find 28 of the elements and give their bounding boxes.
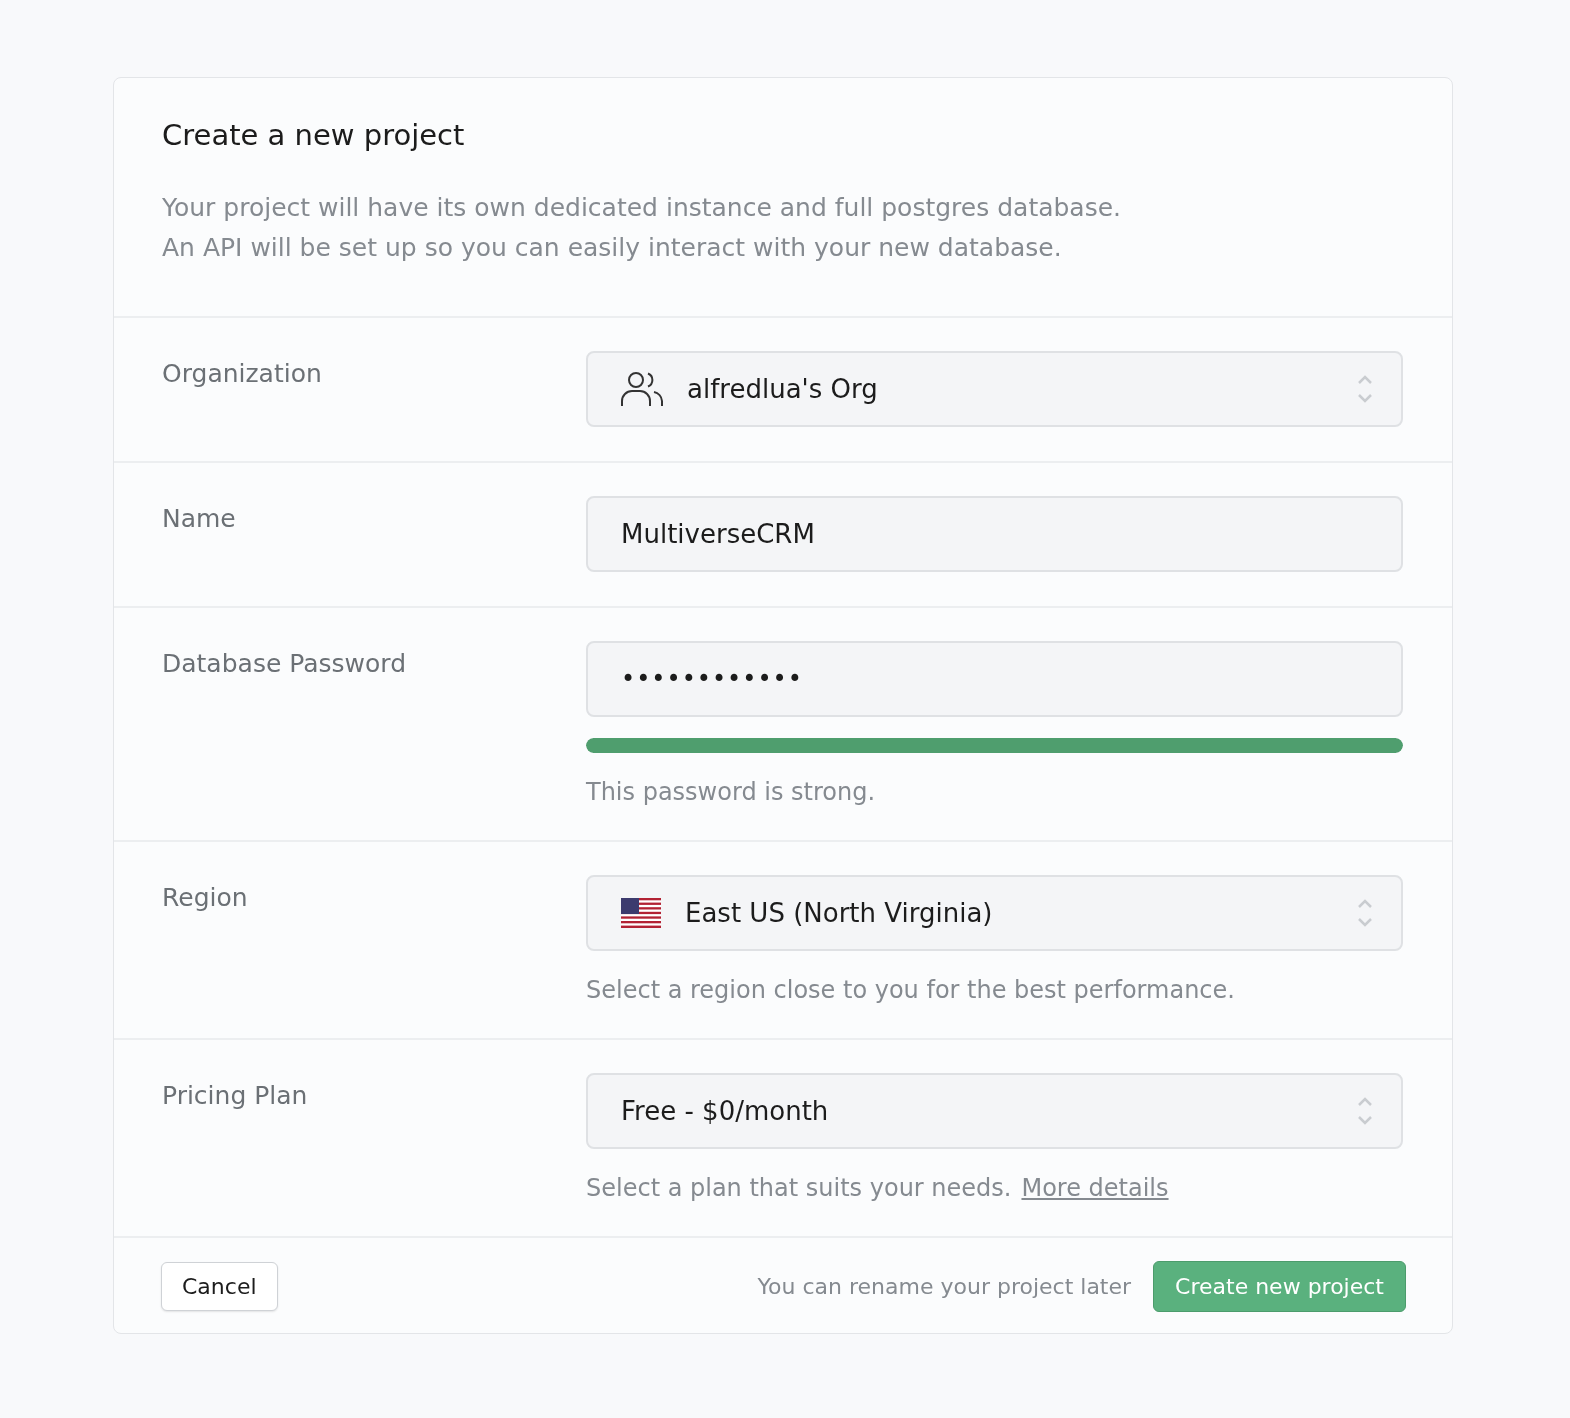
field-hint: This password is strong.: [586, 778, 876, 806]
select-field[interactable]: alfredlua's Org: [586, 351, 1403, 427]
field-label: Pricing Plan: [162, 1080, 309, 1110]
chevron-updown-icon: [1357, 898, 1373, 928]
field-value: alfredlua's Org: [687, 374, 878, 404]
field-label: Database Password: [162, 648, 407, 678]
field-hint: Select a plan that suits your needs.: [586, 1174, 1012, 1202]
users-icon: [621, 371, 663, 407]
form-title: Create a new project: [162, 118, 466, 152]
rename-note: You can rename your project later: [757, 1274, 1132, 1299]
select-field[interactable]: Free - $0/month: [586, 1073, 1403, 1149]
field-label: Name: [162, 503, 237, 533]
field-label: Organization: [162, 358, 323, 388]
field-hint: Select a region close to you for the best performance.: [586, 976, 1235, 1004]
chevron-updown-icon: [1357, 374, 1373, 404]
flag-icon: [621, 898, 661, 928]
password-field[interactable]: ••••••••••••: [586, 641, 1403, 717]
chevron-updown-icon: [1357, 1096, 1373, 1126]
form-description: Your project will have its own dedicated instance and full postgres database.: [162, 192, 1123, 224]
input-field[interactable]: MultiverseCRM: [586, 496, 1403, 572]
field-label: Region: [162, 882, 249, 912]
select-field[interactable]: East US (North Virginia): [586, 875, 1403, 951]
field-value: ••••••••••••: [621, 665, 803, 693]
field-value: MultiverseCRM: [621, 519, 815, 549]
form-description: An API will be set up so you can easily interact with your new database.: [162, 232, 1063, 264]
field-value: Free - $0/month: [621, 1096, 829, 1126]
cancel-button[interactable]: Cancel: [161, 1262, 278, 1311]
field-value: East US (North Virginia): [685, 898, 993, 928]
